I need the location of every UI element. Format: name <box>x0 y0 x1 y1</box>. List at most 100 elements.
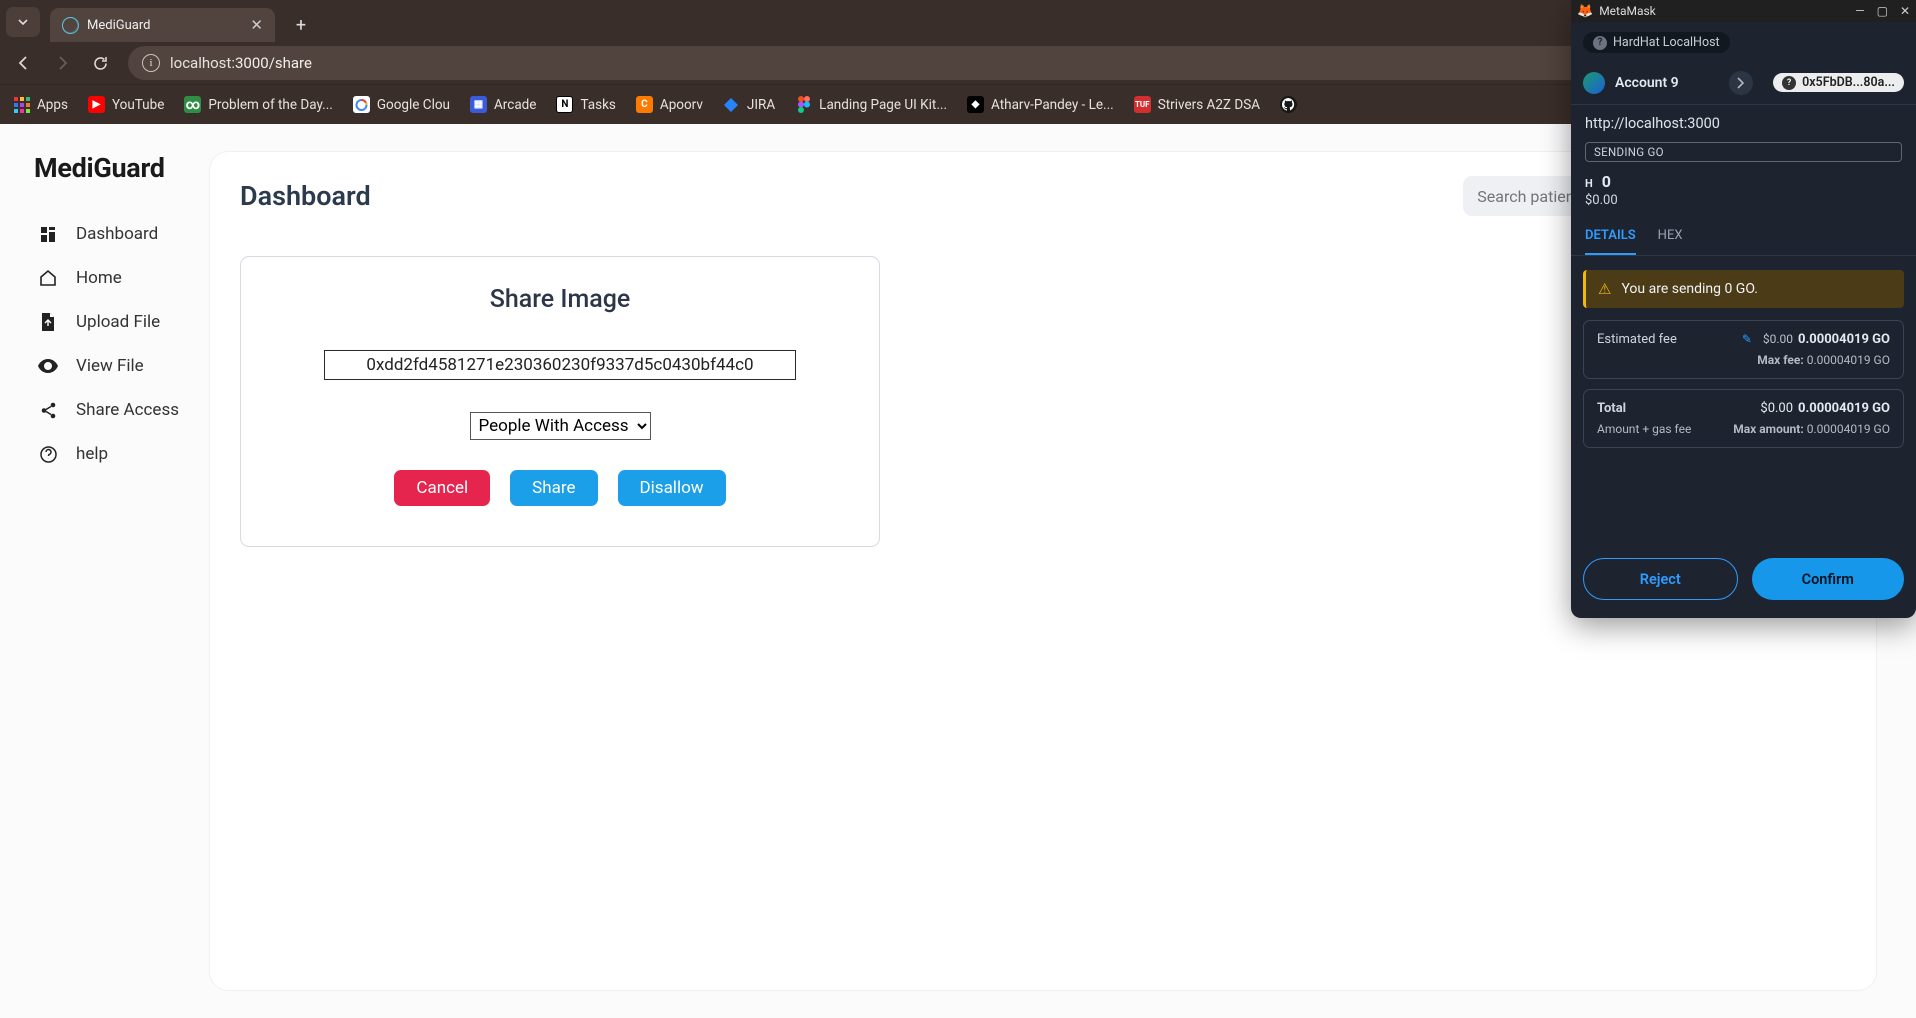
share-icon <box>38 402 58 419</box>
apps-icon <box>14 97 30 113</box>
notion-icon: N <box>556 96 573 113</box>
sidebar-item-label: View File <box>76 356 144 376</box>
sidebar-item-upload[interactable]: Upload File <box>34 302 192 342</box>
tuf-icon: TUF <box>1134 96 1151 113</box>
close-tab-button[interactable]: ✕ <box>250 16 263 34</box>
sidebar-item-label: Home <box>76 268 122 288</box>
warning-banner: ⚠ You are sending 0 GO. <box>1583 270 1904 308</box>
bookmark-figma[interactable]: Landing Page UI Kit... <box>795 96 947 113</box>
fee-amount: 0.00004019 GO <box>1798 332 1890 347</box>
home-icon <box>38 269 58 287</box>
origin-url: http://localhost:3000 <box>1571 105 1916 136</box>
new-tab-button[interactable]: + <box>287 11 315 39</box>
tab-title: MediGuard <box>87 18 150 33</box>
page-title: Dashboard <box>240 180 371 212</box>
jira-icon <box>723 96 740 113</box>
disallow-button[interactable]: Disallow <box>618 470 726 506</box>
sidebar-item-label: help <box>76 444 108 464</box>
github-icon <box>1280 96 1297 113</box>
amount-fiat: $0.00 <box>1585 193 1902 208</box>
maximize-button[interactable]: ▢ <box>1877 4 1888 18</box>
sidebar-item-label: Share Access <box>76 400 179 420</box>
sidebar-item-share[interactable]: Share Access <box>34 390 192 430</box>
account-name: Account 9 <box>1615 75 1679 91</box>
dashboard-icon <box>38 226 58 243</box>
account-avatar <box>1583 72 1605 94</box>
modal-title: Share Image <box>490 285 631 314</box>
tab-details[interactable]: DETAILS <box>1585 220 1636 255</box>
close-button[interactable]: ✕ <box>1900 4 1910 18</box>
fee-box: Estimated fee ✎ $0.00 0.00004019 GO Max … <box>1583 320 1904 379</box>
reject-button[interactable]: Reject <box>1583 558 1738 600</box>
sidebar-item-label: Upload File <box>76 312 160 332</box>
bookmark-tasks[interactable]: NTasks <box>556 96 615 113</box>
url-path: 3000/share <box>235 54 312 72</box>
eye-icon <box>38 359 58 373</box>
tab-search-button[interactable] <box>6 7 40 37</box>
diamond-icon: ◆ <box>967 96 984 113</box>
metamask-window-title: MetaMask <box>1599 4 1656 18</box>
access-select[interactable]: People With Access <box>470 412 651 440</box>
modal-buttons: Cancel Share Disallow <box>394 470 725 506</box>
youtube-icon: ▶ <box>88 96 105 113</box>
sidebar-item-view[interactable]: View File <box>34 346 192 386</box>
bookmark-apoorv[interactable]: CApoorv <box>636 96 703 113</box>
app-brand: MediGuard <box>34 152 192 184</box>
bookmark-arcade[interactable]: ▦Arcade <box>470 96 536 113</box>
address-input[interactable] <box>324 350 796 380</box>
bookmark-youtube[interactable]: ▶YouTube <box>88 96 164 113</box>
bookmark-strivers[interactable]: TUFStrivers A2Z DSA <box>1134 96 1260 113</box>
figma-icon <box>795 96 812 113</box>
nav-list: Dashboard Home Upload File View File Sha… <box>34 214 192 474</box>
c-icon: C <box>636 96 653 113</box>
help-icon <box>38 446 58 463</box>
bookmark-google-cloud[interactable]: Google Clou <box>353 96 450 113</box>
bookmark-github[interactable] <box>1280 96 1297 113</box>
total-box: Total $0.00 0.00004019 GO Amount + gas f… <box>1583 389 1904 448</box>
question-icon: ? <box>1782 76 1796 90</box>
cancel-button[interactable]: Cancel <box>394 470 490 506</box>
reload-button[interactable] <box>90 53 110 73</box>
sidebar-item-home[interactable]: Home <box>34 258 192 298</box>
metamask-tabs: DETAILS HEX <box>1571 220 1916 256</box>
network-pill[interactable]: ? HardHat LocalHost <box>1583 32 1730 53</box>
window-controls: — ▢ ✕ <box>1855 4 1910 18</box>
metamask-fox-icon: 🦊 <box>1577 4 1593 19</box>
account-row: Account 9 ? 0x5FbDB...80a... <box>1571 61 1916 105</box>
network-row: ? HardHat LocalHost <box>1571 22 1916 61</box>
bookmark-atharv[interactable]: ◆Atharv-Pandey - Le... <box>967 96 1114 113</box>
warning-icon: ⚠ <box>1598 280 1611 298</box>
bookmark-jira[interactable]: JIRA <box>723 96 775 113</box>
minimize-button[interactable]: — <box>1855 4 1864 18</box>
confirm-button[interactable]: Confirm <box>1752 558 1905 600</box>
sidebar-item-label: Dashboard <box>76 224 158 244</box>
metamask-popup: 🦊 MetaMask — ▢ ✕ ? HardHat LocalHost Acc… <box>1571 0 1916 618</box>
sidebar-item-help[interactable]: help <box>34 434 192 474</box>
arcade-icon: ▦ <box>470 96 487 113</box>
to-address-pill[interactable]: ? 0x5FbDB...80a... <box>1773 73 1904 92</box>
google-cloud-icon <box>353 96 370 113</box>
forward-button[interactable] <box>52 53 72 73</box>
site-info-icon[interactable]: i <box>142 54 160 72</box>
edit-fee-icon[interactable]: ✎ <box>1742 332 1752 346</box>
back-button[interactable] <box>14 53 34 73</box>
react-icon <box>62 17 78 33</box>
bookmark-gfg[interactable]: ∞Problem of the Day... <box>184 96 332 113</box>
share-button[interactable]: Share <box>510 470 597 506</box>
share-modal: Share Image People With Access Cancel Sh… <box>240 256 880 547</box>
total-amount: 0.00004019 GO <box>1798 401 1890 416</box>
sidebar-item-dashboard[interactable]: Dashboard <box>34 214 192 254</box>
amount-token: 0 <box>1602 172 1613 191</box>
bookmark-apps[interactable]: Apps <box>14 97 68 113</box>
total-sub-label: Amount + gas fee <box>1597 422 1691 436</box>
url-host: localhost: <box>170 54 235 72</box>
sending-badge: SENDING GO <box>1585 142 1902 162</box>
question-icon: ? <box>1593 36 1607 50</box>
tab-hex[interactable]: HEX <box>1658 220 1683 255</box>
arrow-right-icon <box>1729 71 1753 95</box>
upload-icon <box>38 313 58 331</box>
browser-tab[interactable]: MediGuard ✕ <box>50 8 275 42</box>
total-label: Total <box>1597 401 1626 416</box>
chevron-down-icon <box>17 16 29 28</box>
gfg-icon: ∞ <box>184 96 201 113</box>
